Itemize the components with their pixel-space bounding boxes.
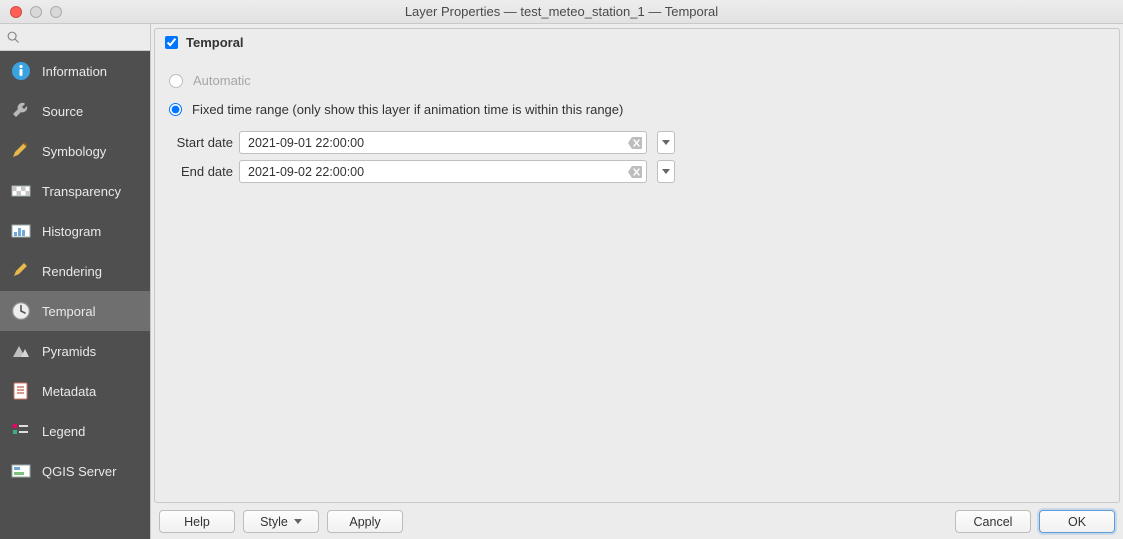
start-date-input[interactable]	[240, 133, 624, 153]
sidebar-item-source[interactable]: Source	[0, 91, 150, 131]
info-icon	[10, 60, 32, 82]
radio-fixed-range[interactable]: Fixed time range (only show this layer i…	[169, 102, 1105, 117]
end-date-field[interactable]	[239, 160, 647, 183]
style-button[interactable]: Style	[243, 510, 319, 533]
titlebar: Layer Properties — test_meteo_station_1 …	[0, 0, 1123, 24]
sidebar: Information Source Symbology Transparency Hi…	[0, 24, 150, 539]
sidebar-item-transparency[interactable]: Transparency	[0, 171, 150, 211]
start-date-label: Start date	[169, 135, 233, 150]
wrench-icon	[10, 100, 32, 122]
panel-header: Temporal	[155, 29, 1119, 57]
server-icon	[10, 460, 32, 482]
sidebar-item-label: Rendering	[42, 264, 102, 279]
main-area: Temporal Automatic Fixed time range (onl…	[150, 24, 1123, 539]
sidebar-item-rendering[interactable]: Rendering	[0, 251, 150, 291]
start-date-field[interactable]	[239, 131, 647, 154]
sidebar-item-label: Histogram	[42, 224, 101, 239]
sidebar-search-row	[0, 24, 150, 51]
sidebar-item-label: Pyramids	[42, 344, 96, 359]
apply-button[interactable]: Apply	[327, 510, 403, 533]
radio-automatic-indicator	[169, 74, 183, 88]
sidebar-item-label: Symbology	[42, 144, 106, 159]
cancel-button[interactable]: Cancel	[955, 510, 1031, 533]
sidebar-item-label: Legend	[42, 424, 85, 439]
start-date-dropdown[interactable]	[657, 131, 675, 154]
render-icon	[10, 260, 32, 282]
transparency-icon	[10, 180, 32, 202]
search-icon	[6, 30, 20, 44]
sidebar-item-label: Information	[42, 64, 107, 79]
sidebar-item-label: QGIS Server	[42, 464, 116, 479]
panel-title: Temporal	[186, 35, 244, 50]
sidebar-item-label: Temporal	[42, 304, 95, 319]
panel-body: Automatic Fixed time range (only show th…	[155, 57, 1119, 502]
window-title: Layer Properties — test_meteo_station_1 …	[0, 4, 1123, 19]
sidebar-item-label: Source	[42, 104, 83, 119]
brush-icon	[10, 140, 32, 162]
clock-icon	[10, 300, 32, 322]
sidebar-item-qgis-server[interactable]: QGIS Server	[0, 451, 150, 491]
help-button[interactable]: Help	[159, 510, 235, 533]
pyramids-icon	[10, 340, 32, 362]
sidebar-item-temporal[interactable]: Temporal	[0, 291, 150, 331]
temporal-enable-checkbox[interactable]	[165, 36, 178, 49]
end-date-input[interactable]	[240, 162, 624, 182]
histogram-icon	[10, 220, 32, 242]
style-button-label: Style	[260, 515, 288, 529]
legend-icon	[10, 420, 32, 442]
sidebar-item-legend[interactable]: Legend	[0, 411, 150, 451]
metadata-icon	[10, 380, 32, 402]
sidebar-list: Information Source Symbology Transparency Hi…	[0, 51, 150, 539]
temporal-panel: Temporal Automatic Fixed time range (onl…	[154, 28, 1120, 503]
start-date-clear-icon[interactable]	[624, 137, 646, 149]
button-bar: Help Style Apply Cancel OK	[151, 503, 1123, 539]
sidebar-item-symbology[interactable]: Symbology	[0, 131, 150, 171]
end-date-label: End date	[169, 164, 233, 179]
chevron-down-icon	[662, 140, 670, 145]
end-date-row: End date	[169, 160, 1105, 183]
radio-fixed-range-input[interactable]	[169, 103, 182, 116]
end-date-dropdown[interactable]	[657, 160, 675, 183]
sidebar-item-metadata[interactable]: Metadata	[0, 371, 150, 411]
sidebar-item-label: Transparency	[42, 184, 121, 199]
ok-button[interactable]: OK	[1039, 510, 1115, 533]
start-date-row: Start date	[169, 131, 1105, 154]
radio-automatic: Automatic	[169, 73, 1105, 88]
sidebar-item-pyramids[interactable]: Pyramids	[0, 331, 150, 371]
chevron-down-icon	[662, 169, 670, 174]
sidebar-item-label: Metadata	[42, 384, 96, 399]
radio-automatic-label: Automatic	[193, 73, 251, 88]
chevron-down-icon	[294, 519, 302, 524]
end-date-clear-icon[interactable]	[624, 166, 646, 178]
radio-fixed-range-label: Fixed time range (only show this layer i…	[192, 102, 623, 117]
sidebar-item-histogram[interactable]: Histogram	[0, 211, 150, 251]
sidebar-item-information[interactable]: Information	[0, 51, 150, 91]
